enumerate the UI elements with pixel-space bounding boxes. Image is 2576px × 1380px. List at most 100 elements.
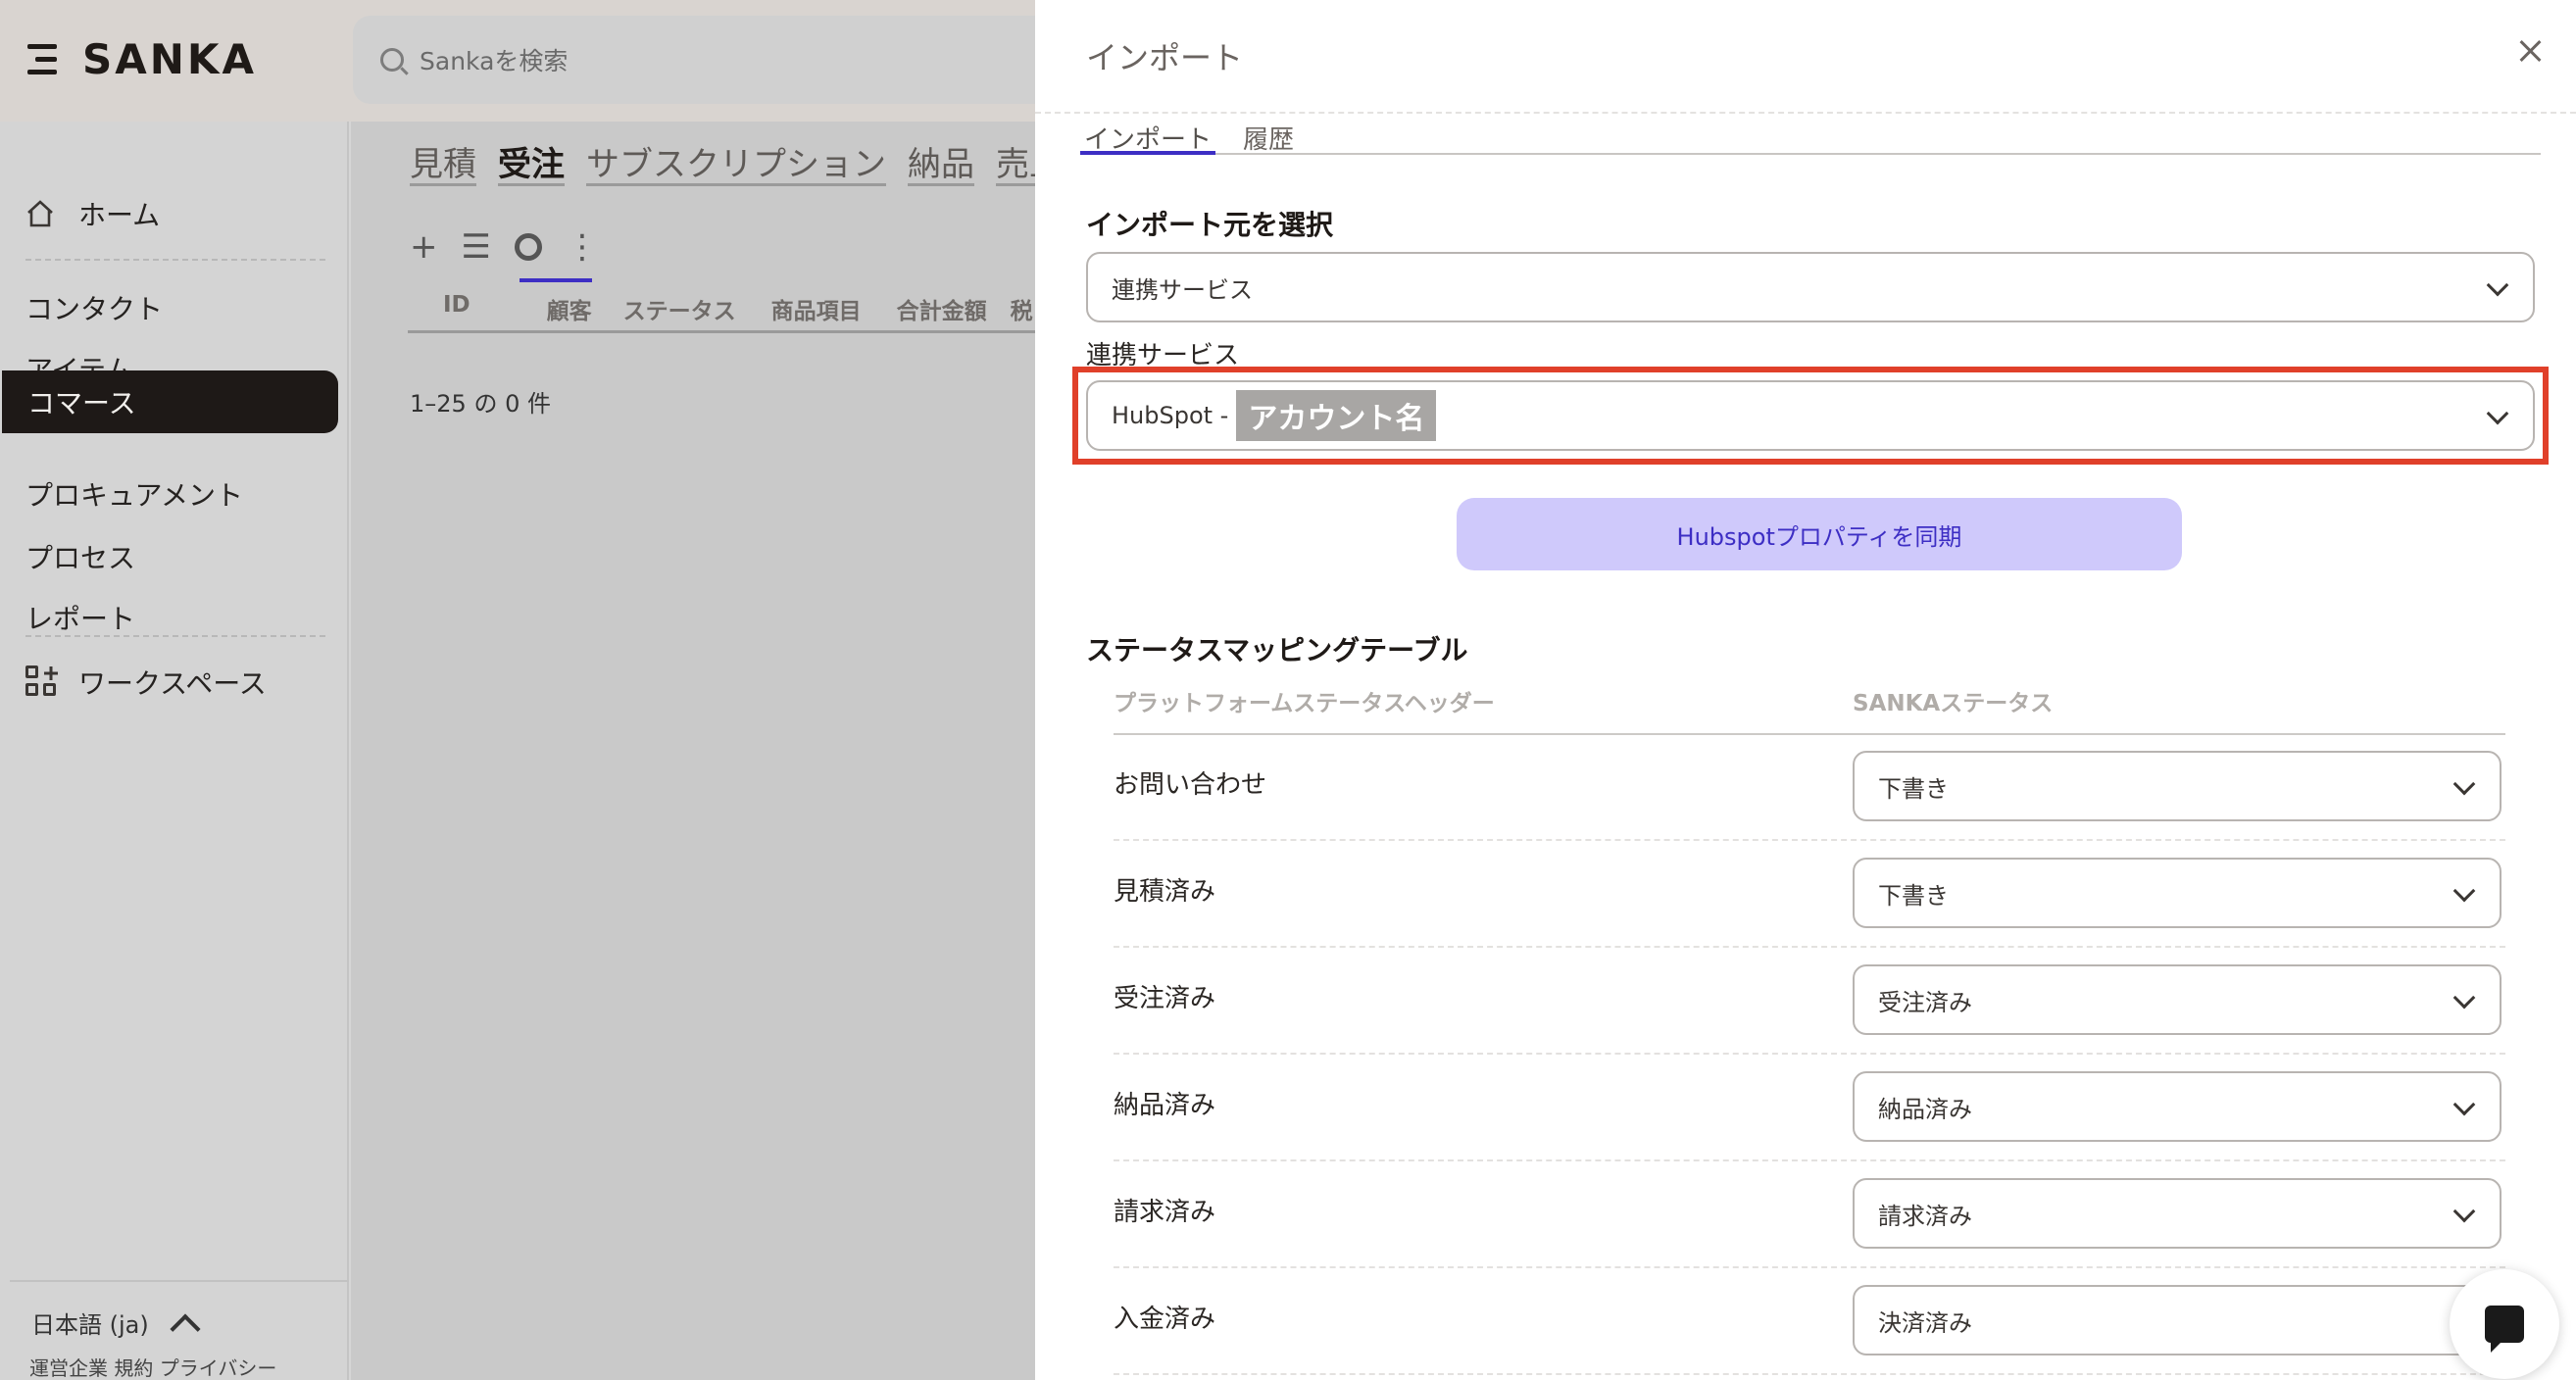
sanka-status-value: 決済済み: [1878, 1308, 1972, 1337]
view-toolbar: + ☰ ⋮: [410, 227, 599, 282]
chevron-down-icon: [2452, 1200, 2476, 1223]
sidebar-item-workspace[interactable]: ワークスペース: [0, 651, 339, 714]
sidebar-item-label: コマース: [27, 387, 136, 419]
language-selector[interactable]: 日本語 (ja): [31, 1306, 201, 1345]
column-header-id[interactable]: ID: [443, 292, 471, 330]
workspace-icon: [25, 665, 59, 699]
platform-status: 見積済み: [1114, 877, 1216, 907]
chevron-down-icon: [2452, 986, 2476, 1010]
table-header: ID 顧客 ステータス 商品項目 合計金額 税: [408, 292, 1035, 333]
top-bar: SANKA Sankaを検索: [0, 0, 1059, 122]
platform-status: 請求済み: [1114, 1198, 1216, 1227]
search-input[interactable]: Sankaを検索: [353, 16, 1059, 104]
module-tabs: 見積 受注 サブスクリプション 納品 売上: [410, 137, 1063, 185]
sidebar-item-label: ホーム: [78, 199, 161, 231]
platform-status: 入金済み: [1114, 1305, 1216, 1334]
sidebar-item-procurement[interactable]: プロキュアメント: [0, 463, 339, 525]
mapping-row: 納品済み 納品済み: [1114, 1056, 2505, 1161]
more-options-icon[interactable]: ⋮: [566, 227, 599, 267]
import-source-select[interactable]: 連携サービス: [1086, 252, 2535, 322]
chevron-down-icon: [2486, 402, 2509, 425]
sidebar-item-home[interactable]: ホーム: [0, 182, 339, 245]
import-source-heading: インポート元を選択: [1086, 209, 1334, 241]
column-header-status[interactable]: ステータス: [623, 292, 736, 330]
chevron-down-icon: [2486, 273, 2509, 297]
sanka-status-value: 請求済み: [1878, 1202, 1972, 1230]
sidebar-divider: [25, 259, 325, 261]
search-icon: [380, 48, 404, 72]
background-app: SANKA Sankaを検索 ホーム コンタクト アイテム コマース プロキュア…: [0, 0, 1063, 1380]
mapping-table-header: プラットフォームステータスヘッダー SANKAステータス: [1114, 684, 2505, 735]
integration-prefix: HubSpot -: [1112, 402, 1229, 429]
search-placeholder: Sankaを検索: [420, 47, 569, 75]
redacted-account-name: アカウント名: [1236, 390, 1437, 441]
home-icon: [25, 199, 55, 228]
sidebar-item-label: プロセス: [25, 542, 136, 574]
list-view-icon[interactable]: ☰: [462, 227, 491, 267]
import-source-value: 連携サービス: [1112, 275, 1253, 304]
tab-subscriptions[interactable]: サブスクリプション: [586, 137, 886, 185]
platform-status: 納品済み: [1114, 1091, 1216, 1120]
sidebar-item-label: ワークスペース: [78, 667, 267, 700]
sanka-status-select[interactable]: 下書き: [1853, 858, 2502, 928]
tab-estimates[interactable]: 見積: [410, 137, 476, 185]
tab-history[interactable]: 履歴: [1239, 120, 1298, 155]
sidebar-item-reports[interactable]: レポート: [0, 586, 339, 649]
main-content: 見積 受注 サブスクリプション 納品 売上 + ☰ ⋮ ID 顧客 ステータス …: [351, 122, 1063, 1380]
mapping-row: 見積済み 下書き: [1114, 842, 2505, 948]
sidebar-item-commerce[interactable]: コマース: [2, 370, 338, 433]
platform-status-header: プラットフォームステータスヘッダー: [1114, 691, 1495, 716]
chat-icon: [2485, 1306, 2524, 1353]
sidebar-item-label: コンタクト: [25, 293, 164, 325]
menu-icon[interactable]: [27, 40, 63, 79]
language-label: 日本語 (ja): [31, 1311, 149, 1339]
sanka-status-select[interactable]: 下書き: [1853, 751, 2502, 821]
sidebar-footer: 日本語 (ja) 運営企業 規約 プライバシー: [10, 1280, 349, 1380]
chevron-down-icon: [2452, 879, 2476, 903]
chevron-up-icon: [170, 1312, 201, 1345]
chevron-down-icon: [2452, 772, 2476, 796]
mapping-table-title: ステータスマッピングテーブル: [1086, 634, 1468, 666]
sanka-status-header: SANKAステータス: [1853, 691, 2054, 716]
panel-title: インポート: [1086, 39, 1244, 76]
logo[interactable]: SANKA: [27, 35, 257, 83]
column-header-customer[interactable]: 顧客: [547, 292, 592, 330]
chat-button[interactable]: [2450, 1269, 2559, 1379]
sidebar-item-process[interactable]: プロセス: [0, 525, 339, 588]
sanka-status-value: 納品済み: [1878, 1095, 1972, 1123]
sidebar: ホーム コンタクト アイテム コマース プロキュアメント プロセス レポート ワ…: [0, 122, 349, 1380]
footer-links[interactable]: 運営企業 規約 プライバシー: [29, 1353, 276, 1380]
sanka-status-value: 受注済み: [1878, 988, 1972, 1016]
row-count: 1–25 の 0 件: [410, 390, 551, 418]
column-header-line-items[interactable]: 商品項目: [771, 292, 862, 330]
mapping-row: 受注済み 受注済み: [1114, 949, 2505, 1055]
integration-select[interactable]: HubSpot - アカウント名: [1086, 380, 2535, 451]
sidebar-item-contacts[interactable]: コンタクト: [0, 276, 339, 339]
sidebar-item-label: レポート: [25, 603, 136, 635]
add-icon[interactable]: +: [410, 227, 438, 267]
brand-name: SANKA: [82, 35, 257, 83]
sanka-status-select[interactable]: 請求済み: [1853, 1178, 2502, 1249]
mapping-row: 請求済み 請求済み: [1114, 1162, 2505, 1268]
tab-orders[interactable]: 受注: [498, 137, 565, 185]
sanka-status-select[interactable]: 受注済み: [1853, 964, 2502, 1035]
column-header-total[interactable]: 合計金額: [897, 292, 987, 330]
sidebar-divider: [25, 635, 325, 637]
panel-tabs: インポート 履歴: [1080, 120, 2541, 155]
tab-import[interactable]: インポート: [1080, 120, 1216, 155]
mapping-row: お問い合わせ 下書き: [1114, 735, 2505, 841]
sanka-status-select[interactable]: 決済済み: [1853, 1285, 2502, 1355]
sidebar-item-label: プロキュアメント: [25, 479, 244, 512]
platform-status: お問い合わせ: [1114, 770, 1267, 800]
tab-deliveries[interactable]: 納品: [908, 137, 974, 185]
platform-status: 受注済み: [1114, 984, 1216, 1013]
sync-properties-button[interactable]: Hubspotプロパティを同期: [1457, 498, 2182, 570]
close-icon[interactable]: [2515, 35, 2547, 67]
column-header-tax[interactable]: 税: [1011, 292, 1033, 330]
mapping-row: 入金済み 決済済み: [1114, 1269, 2505, 1375]
view-circle-icon[interactable]: [514, 233, 542, 261]
sanka-status-value: 下書き: [1878, 774, 1949, 803]
panel-divider: [1035, 112, 2576, 114]
chevron-down-icon: [2452, 1093, 2476, 1116]
sanka-status-select[interactable]: 納品済み: [1853, 1071, 2502, 1142]
